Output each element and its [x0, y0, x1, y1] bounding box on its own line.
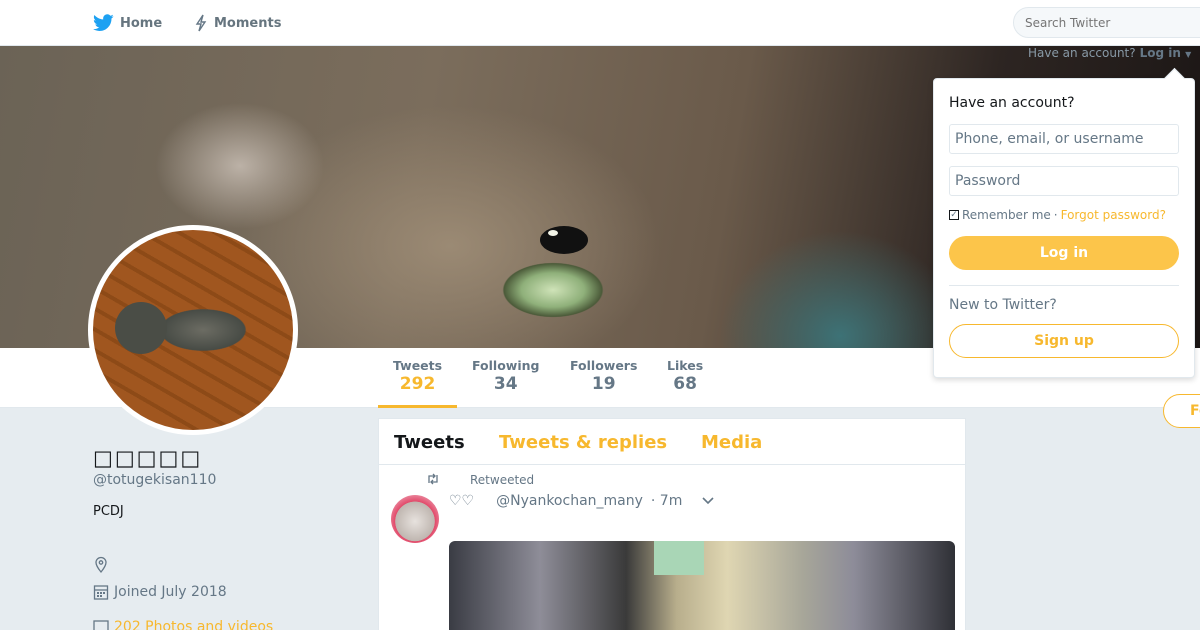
- tweet-author-name[interactable]: ♡♡: [449, 493, 474, 509]
- tweet-header: ♡♡ @Nyankochan_many · 7m: [449, 493, 682, 509]
- joined-text: Joined July 2018: [114, 584, 227, 600]
- banner-eye-glint: [548, 230, 558, 236]
- profile-avatar[interactable]: [88, 225, 298, 435]
- twitter-bird-icon: [93, 14, 114, 31]
- photo-icon: [93, 620, 109, 630]
- profile-bio: PCDJ: [93, 504, 124, 519]
- remember-me-label[interactable]: Remember me: [962, 208, 1051, 222]
- nav-home-label: Home: [120, 15, 163, 31]
- stat-value: 19: [591, 374, 616, 394]
- timeline-tabs: Tweets Tweets & replies Media: [379, 419, 965, 465]
- password-field[interactable]: [949, 166, 1179, 196]
- tweet-options-chevron-icon[interactable]: [701, 494, 715, 510]
- stat-label: Likes: [667, 358, 704, 373]
- follow-button[interactable]: Follow: [1163, 394, 1200, 428]
- have-account-text: Have an account?: [1028, 46, 1136, 60]
- tweet-author-avatar[interactable]: [391, 495, 439, 543]
- separator: ·: [1053, 208, 1058, 222]
- tweet-author-handle[interactable]: @Nyankochan_many: [496, 493, 643, 509]
- search-input[interactable]: [1013, 7, 1200, 38]
- stat-value: 34: [493, 374, 518, 394]
- login-prompt: Have an account? Log in ▼: [1028, 46, 1191, 60]
- profile-name: □□□□□: [93, 446, 203, 470]
- location-pin-icon: [95, 556, 107, 574]
- forgot-password-link[interactable]: Forgot password?: [1061, 208, 1166, 222]
- stat-label: Tweets: [393, 358, 443, 373]
- login-dropdown-toggle[interactable]: Log in ▼: [1140, 46, 1192, 60]
- lightning-icon: [195, 14, 207, 32]
- caret-down-icon: ▼: [1185, 50, 1192, 59]
- retweeted-label: Retweeted: [470, 473, 535, 487]
- calendar-icon: [93, 585, 109, 600]
- stat-tweets[interactable]: Tweets 292: [393, 358, 442, 394]
- tab-tweets-replies[interactable]: Tweets & replies: [499, 432, 667, 453]
- new-to-twitter-text: New to Twitter?: [949, 297, 1057, 313]
- stat-likes[interactable]: Likes 68: [667, 358, 703, 394]
- nav-moments-label: Moments: [214, 15, 282, 31]
- signup-button[interactable]: Sign up: [949, 324, 1179, 358]
- top-navigation: Home Moments: [0, 0, 1200, 46]
- photos-videos-link[interactable]: 202 Photos and videos: [93, 619, 273, 630]
- timeline: Tweets Tweets & replies Media Retweeted …: [378, 418, 966, 630]
- tab-tweets[interactable]: Tweets: [394, 432, 465, 453]
- profile-joined: Joined July 2018: [93, 583, 227, 601]
- tab-media[interactable]: Media: [701, 432, 762, 453]
- follow-button-label: Follow: [1190, 403, 1200, 419]
- login-button[interactable]: Log in: [949, 236, 1179, 270]
- tweet-time[interactable]: · 7m: [651, 493, 682, 509]
- profile-handle: @totugekisan110: [93, 472, 217, 488]
- retweet-context: Retweeted: [426, 473, 534, 487]
- username-field[interactable]: [949, 124, 1179, 154]
- login-dropdown-title: Have an account?: [949, 95, 1075, 111]
- nav-home[interactable]: Home: [93, 0, 162, 46]
- stat-value: 68: [673, 374, 697, 394]
- tweet-media-image[interactable]: [449, 541, 955, 630]
- banner-cat-eye: [540, 226, 588, 254]
- divider: [949, 285, 1179, 286]
- profile-location: [93, 556, 109, 574]
- remember-row: ✓ Remember me · Forgot password?: [949, 208, 1166, 222]
- media-detail: [654, 541, 704, 575]
- stat-value: 292: [399, 374, 436, 394]
- login-link: Log in: [1139, 46, 1181, 60]
- photos-videos-label: 202 Photos and videos: [114, 619, 274, 630]
- active-stat-underline: [378, 405, 457, 408]
- remember-me-checkbox[interactable]: ✓: [949, 210, 959, 220]
- stat-following[interactable]: Following 34: [472, 358, 539, 394]
- stat-followers[interactable]: Followers 19: [570, 358, 637, 394]
- stat-label: Following: [472, 358, 540, 373]
- login-dropdown: Have an account? ✓ Remember me · Forgot …: [933, 78, 1195, 378]
- avatar-cat-head: [115, 302, 167, 354]
- stat-label: Followers: [570, 358, 638, 373]
- nav-moments[interactable]: Moments: [194, 0, 281, 46]
- retweet-icon: [428, 473, 438, 485]
